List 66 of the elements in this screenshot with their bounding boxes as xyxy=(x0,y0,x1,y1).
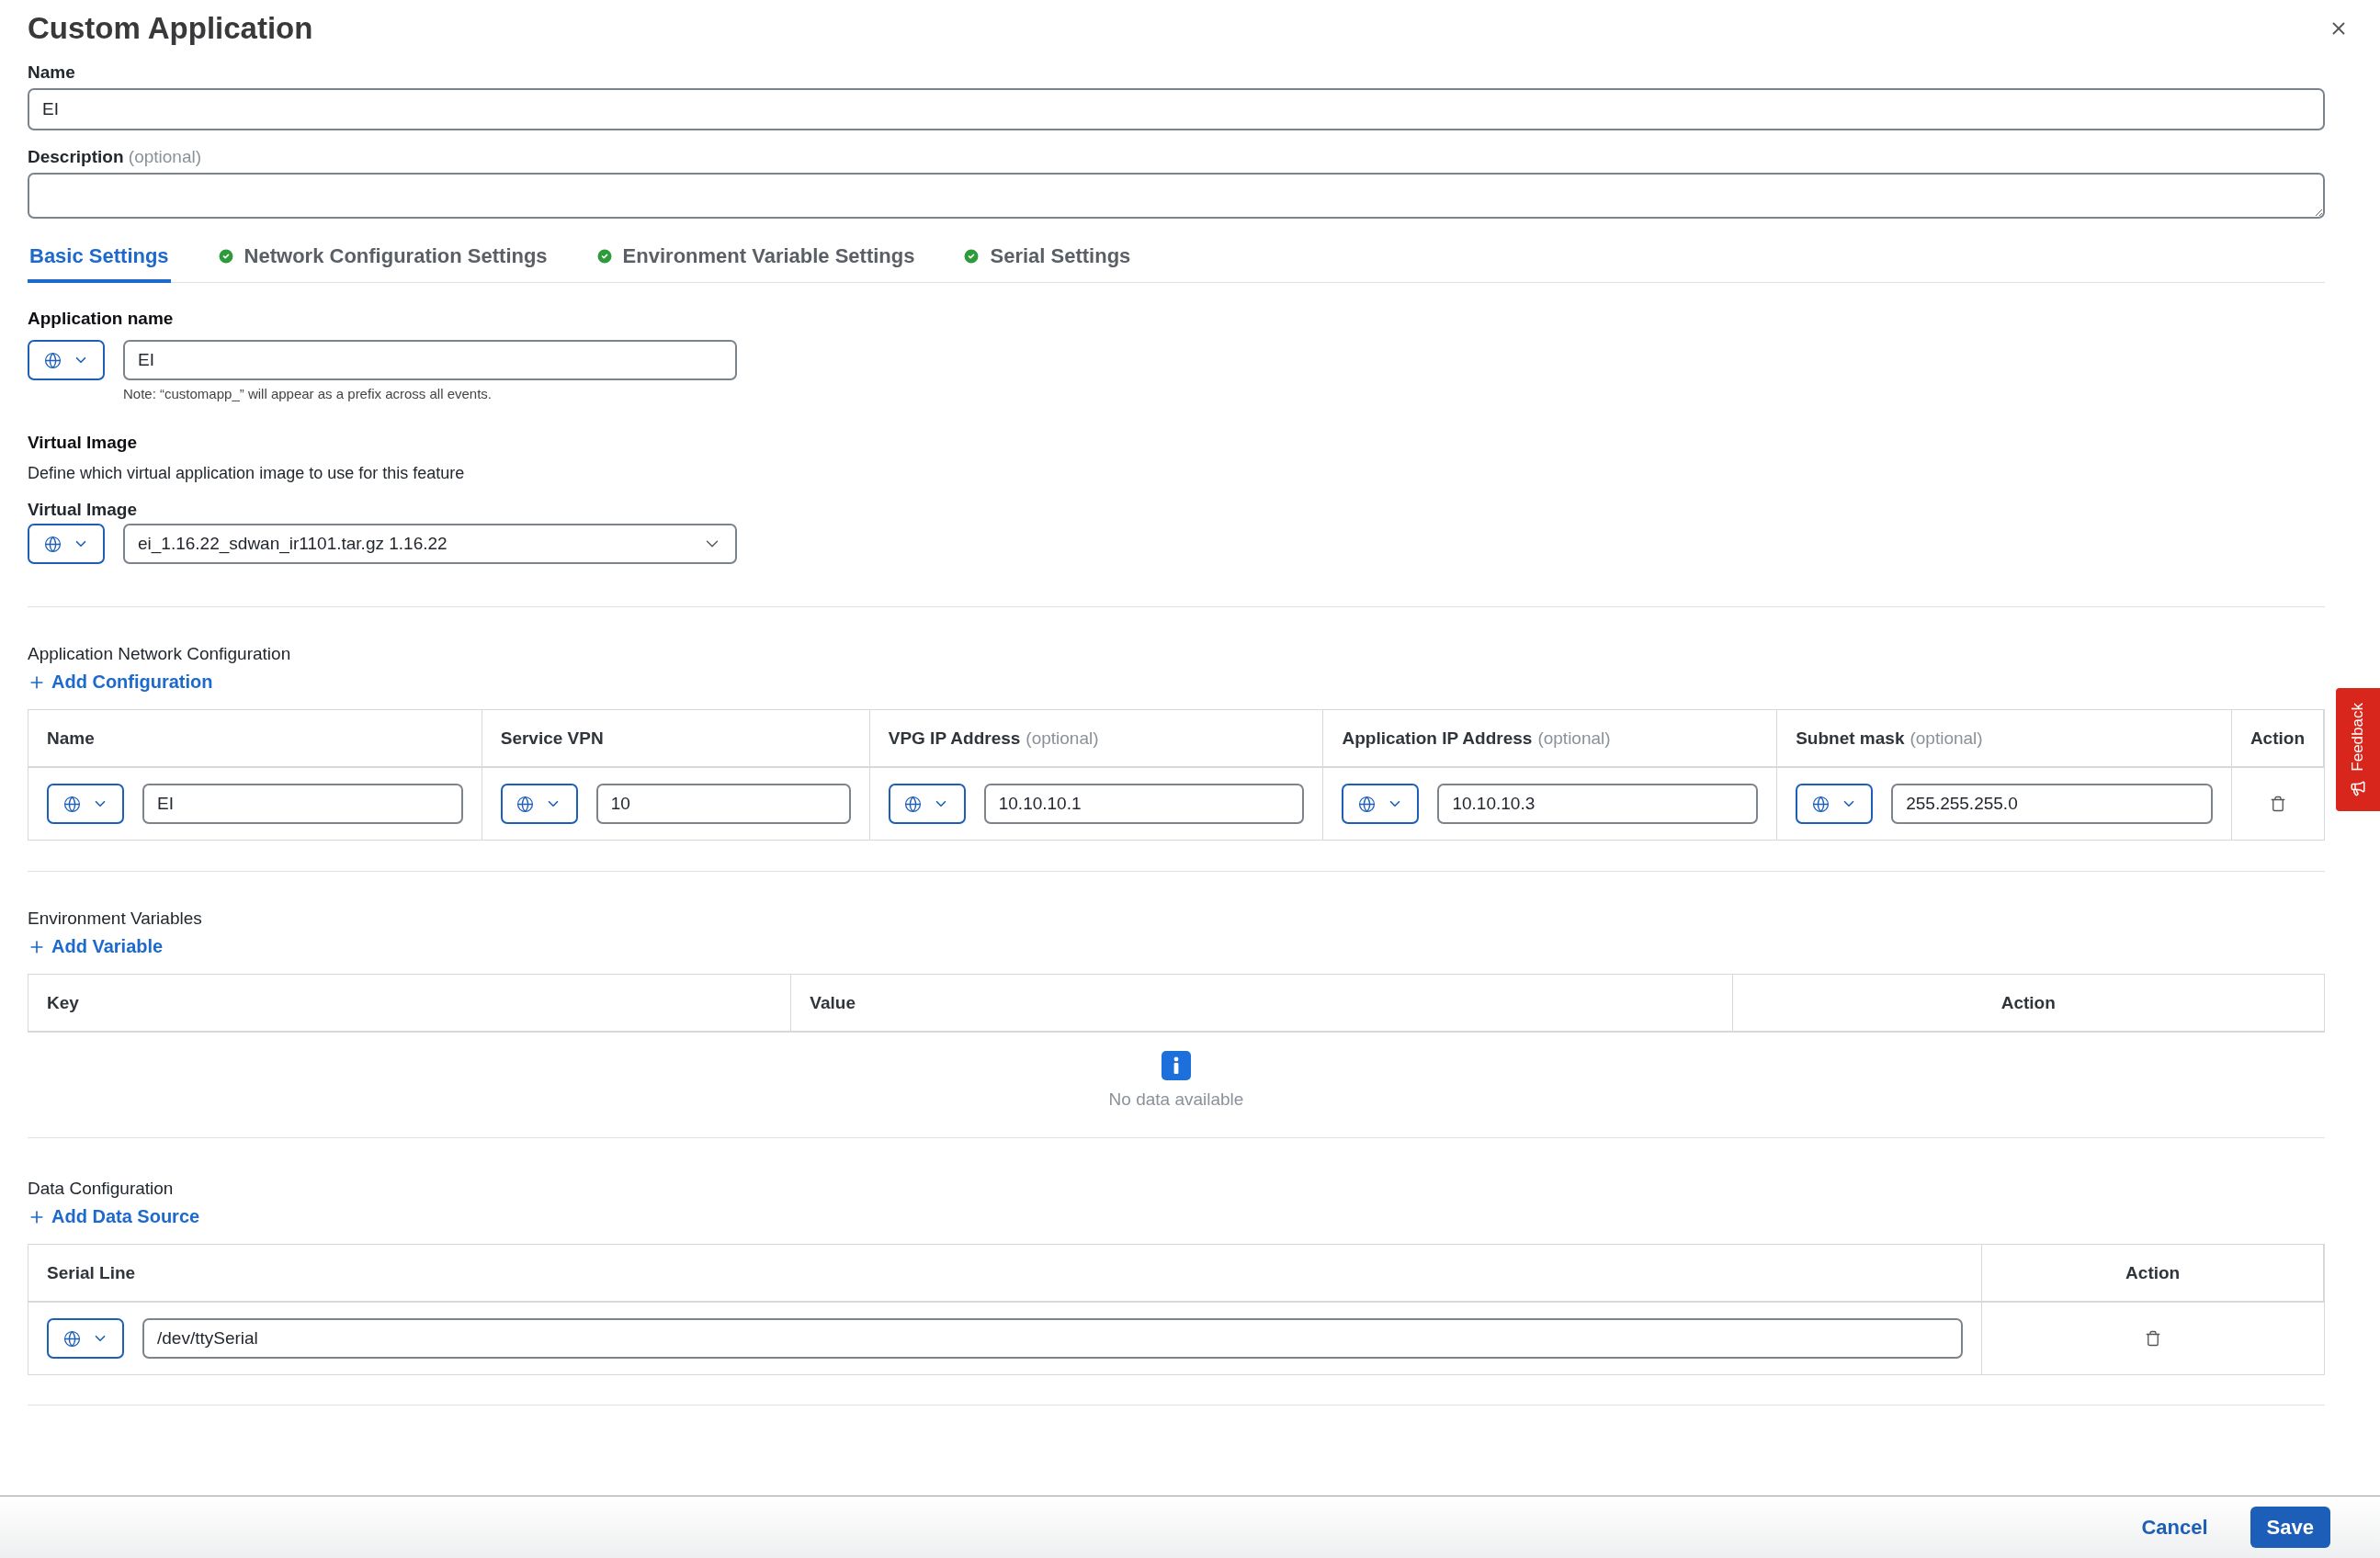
field-label: Description (optional) xyxy=(28,147,203,167)
empty-message: No data available xyxy=(1108,1089,1244,1110)
megaphone-icon xyxy=(2350,780,2366,797)
info-icon xyxy=(1162,1051,1191,1080)
add-link[interactable]: Add Data Source xyxy=(28,1206,200,1227)
virtual-image-select[interactable]: ei_1.16.22_sdwan_ir1101.tar.gz 1.16.22 xyxy=(123,524,737,564)
tab[interactable]: Basic Settings xyxy=(28,235,171,283)
tab[interactable]: Serial Settings xyxy=(960,235,1133,283)
scope-dropdown[interactable] xyxy=(1342,784,1420,824)
globe-icon xyxy=(1811,795,1830,813)
check-circle-icon xyxy=(216,247,235,265)
scope-dropdown[interactable] xyxy=(888,784,966,824)
cell-input[interactable]: 10 xyxy=(595,784,851,824)
column-header: Value xyxy=(791,975,1733,1033)
cell-input[interactable]: 10.10.10.3 xyxy=(1437,784,1759,824)
scope-dropdown[interactable] xyxy=(1796,784,1874,824)
scope-dropdown[interactable] xyxy=(47,1318,124,1359)
globe-icon xyxy=(1357,795,1376,813)
globe-icon xyxy=(62,795,81,813)
feedback-tab[interactable]: Feedback xyxy=(2336,688,2380,811)
field-label: Name xyxy=(28,62,76,83)
tab[interactable]: Environment Variable Settings xyxy=(593,235,917,283)
application-name-input[interactable]: EI xyxy=(123,340,737,380)
column-header: Key xyxy=(28,975,792,1033)
delete-icon[interactable] xyxy=(2145,1330,2162,1347)
column-header: Service VPN xyxy=(482,710,870,768)
column-header: Action xyxy=(2231,710,2324,768)
scope-dropdown[interactable] xyxy=(47,784,124,824)
section-description: Define which virtual application image to use for this feature xyxy=(28,464,466,483)
save-button[interactable]: Save xyxy=(2250,1507,2330,1548)
globe-icon xyxy=(43,535,62,553)
column-header: Serial Line xyxy=(28,1245,1983,1303)
column-header: Subnet mask (optional) xyxy=(1777,710,2232,768)
section-heading: Environment Variables xyxy=(28,909,203,929)
scope-dropdown[interactable] xyxy=(28,524,105,564)
column-header: Action xyxy=(1982,1245,2324,1303)
column-header: Action xyxy=(1732,975,2324,1033)
description-input[interactable] xyxy=(28,173,2325,219)
section-heading: Data Configuration xyxy=(28,1179,175,1199)
scope-dropdown[interactable] xyxy=(500,784,578,824)
column-header: Name xyxy=(28,710,482,768)
cancel-button[interactable]: Cancel xyxy=(2136,1514,2214,1541)
tab[interactable]: Network Configuration Settings xyxy=(214,235,550,283)
dialog-title: Custom Application xyxy=(28,11,313,46)
field-label: Virtual Image xyxy=(28,500,138,520)
cell-input[interactable]: 10.10.10.1 xyxy=(983,784,1305,824)
check-circle-icon xyxy=(962,247,981,265)
scope-dropdown[interactable] xyxy=(28,340,105,380)
note-text: Note: “customapp_” will appear as a prefix across all events. xyxy=(123,386,493,401)
delete-icon[interactable] xyxy=(2269,796,2286,812)
name-input[interactable]: EI xyxy=(28,88,2325,130)
check-circle-icon xyxy=(595,247,614,265)
globe-icon xyxy=(904,795,923,813)
column-header: Application IP Address (optional) xyxy=(1323,710,1778,768)
section-heading: Application Network Configuration xyxy=(28,644,292,664)
cell-input[interactable]: EI xyxy=(142,784,463,824)
globe-icon xyxy=(516,795,535,813)
add-link[interactable]: Add Variable xyxy=(28,936,164,957)
globe-icon xyxy=(62,1329,81,1348)
section-heading: Virtual Image xyxy=(28,433,138,453)
cell-input[interactable]: 255.255.255.0 xyxy=(1891,784,2213,824)
column-header: VPG IP Address (optional) xyxy=(869,710,1324,768)
add-link[interactable]: Add Configuration xyxy=(28,672,213,693)
cell-input[interactable]: /dev/ttySerial xyxy=(142,1318,1964,1359)
section-heading: Application name xyxy=(28,309,175,329)
globe-icon xyxy=(43,351,62,369)
